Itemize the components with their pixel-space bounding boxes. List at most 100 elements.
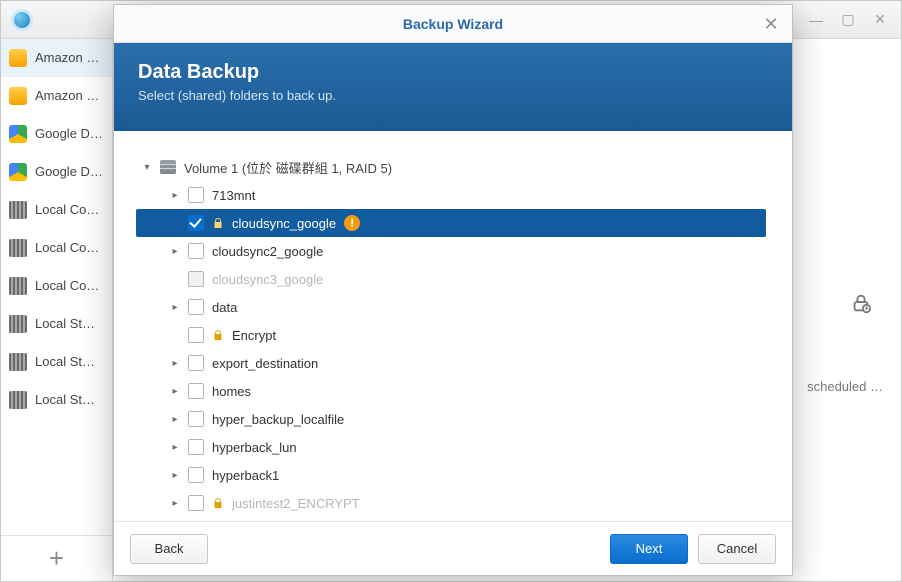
sidebar-item-label: Google D test	[35, 164, 104, 180]
chevron-right-icon[interactable]: ▸	[170, 470, 180, 481]
tree-folder-row[interactable]: ▸ export_destination	[164, 349, 776, 377]
sidebar-item-google-1[interactable]: Google D…	[1, 115, 112, 153]
chevron-right-icon[interactable]: ▸	[170, 246, 180, 257]
sidebar-item-label: Google D…	[35, 126, 103, 142]
lock-icon	[212, 329, 224, 341]
lock-icon	[212, 217, 224, 229]
folder-label: hyper_backup_localfile	[212, 412, 344, 427]
local-storage-icon	[9, 391, 27, 409]
dialog-banner: Data Backup Select (shared) folders to b…	[114, 43, 792, 131]
folder-label: cloudsync_google	[232, 216, 336, 231]
schedule-info-text: scheduled …	[807, 379, 883, 394]
sidebar-item-local-5[interactable]: Local St…	[1, 343, 112, 381]
warning-icon: !	[344, 215, 360, 231]
tree-folder-row[interactable]: ▸ 713mnt	[164, 181, 776, 209]
folder-tree[interactable]: ▾ Volume 1 (位於 磁碟群組 1, RAID 5) ▸ 713mnt cl…	[114, 131, 792, 521]
app-icon	[11, 9, 33, 31]
encryption-status-icon[interactable]	[847, 289, 875, 317]
maximize-icon[interactable]: ▢	[837, 9, 859, 31]
google-drive-icon	[9, 125, 27, 143]
folder-checkbox[interactable]	[188, 243, 204, 259]
tree-folder-row[interactable]: ▸ hyperback_lun	[164, 433, 776, 461]
amazon-icon	[9, 87, 27, 105]
folder-label: cloudsync3_google	[212, 272, 323, 287]
chevron-down-icon[interactable]: ▾	[142, 162, 152, 173]
sidebar-item-label: Local St…	[35, 316, 95, 332]
close-window-icon[interactable]: ✕	[869, 9, 891, 31]
folder-label: hyperback_lun	[212, 440, 297, 455]
sidebar-item-local-3[interactable]: Local Co…	[1, 267, 112, 305]
folder-label: justintest2_ENCRYPT	[232, 496, 360, 511]
local-storage-icon	[9, 277, 27, 295]
folder-checkbox[interactable]	[188, 187, 204, 203]
google-drive-icon	[9, 163, 27, 181]
backup-wizard-dialog: Backup Wizard ✕ Data Backup Select (shar…	[113, 4, 793, 576]
volume-label: Volume 1 (位於 磁碟群組 1, RAID 5)	[184, 158, 392, 177]
folder-checkbox[interactable]	[188, 495, 204, 511]
folder-checkbox[interactable]	[188, 439, 204, 455]
chevron-right-icon[interactable]: ▸	[170, 414, 180, 425]
dialog-titlebar: Backup Wizard ✕	[114, 5, 792, 43]
folder-checkbox[interactable]	[188, 215, 204, 231]
dialog-title: Backup Wizard	[403, 16, 503, 32]
tree-folder-row[interactable]: cloudsync_google!	[136, 209, 766, 237]
folder-checkbox[interactable]	[188, 355, 204, 371]
dialog-footer: Back Next Cancel	[114, 521, 792, 575]
sidebar-item-label: Amazon D…	[35, 50, 104, 66]
sidebar-item-local-1[interactable]: Local Co…	[1, 191, 112, 229]
tree-folder-row[interactable]: ▸hyperback1	[164, 461, 776, 489]
local-storage-icon	[9, 353, 27, 371]
dialog-heading: Data Backup	[138, 61, 768, 84]
sidebar: Amazon D… Amazon D… Google D… Google D t…	[1, 39, 113, 581]
sidebar-item-label: Local Co…	[35, 278, 99, 294]
chevron-right-icon[interactable]: ▸	[170, 498, 180, 509]
add-task-button[interactable]: +	[1, 535, 112, 581]
chevron-right-icon[interactable]: ▸	[170, 358, 180, 369]
sidebar-item-label: Local St…	[35, 354, 95, 370]
sidebar-item-local-6[interactable]: Local St…	[1, 381, 112, 419]
minimize-icon[interactable]: —	[805, 9, 827, 31]
folder-label: homes	[212, 384, 251, 399]
chevron-right-icon[interactable]: ▸	[170, 386, 180, 397]
tree-folder-row[interactable]: ▸ cloudsync2_google	[164, 237, 776, 265]
back-button[interactable]: Back	[130, 534, 208, 564]
amazon-icon	[9, 49, 27, 67]
sidebar-item-label: Local Co…	[35, 202, 99, 218]
folder-checkbox[interactable]	[188, 383, 204, 399]
volume-icon	[160, 160, 176, 174]
folder-label: export_destination	[212, 356, 318, 371]
folder-label: 713mnt	[212, 188, 255, 203]
tree-folder-row[interactable]: Encrypt	[164, 321, 776, 349]
tree-folder-row[interactable]: ▸data	[164, 293, 776, 321]
sidebar-item-label: Local St…	[35, 392, 95, 408]
folder-checkbox[interactable]	[188, 327, 204, 343]
sidebar-item-local-4[interactable]: Local St…	[1, 305, 112, 343]
local-storage-icon	[9, 201, 27, 219]
tree-folder-row[interactable]: ▸ justintest2_ENCRYPT	[164, 489, 776, 517]
folder-label: cloudsync2_google	[212, 244, 323, 259]
sidebar-item-label: Amazon D…	[35, 88, 104, 104]
chevron-right-icon[interactable]: ▸	[170, 190, 180, 201]
folder-checkbox[interactable]	[188, 467, 204, 483]
folder-checkbox	[188, 271, 204, 287]
local-storage-icon	[9, 239, 27, 257]
lock-icon	[212, 497, 224, 509]
tree-folder-row[interactable]: ▸ hyper_backup_localfile	[164, 405, 776, 433]
sidebar-item-amazon-1[interactable]: Amazon D…	[1, 39, 112, 77]
cancel-button[interactable]: Cancel	[698, 534, 776, 564]
sidebar-item-label: Local Co…	[35, 240, 99, 256]
tree-folder-row[interactable]: ▸ homes	[164, 377, 776, 405]
sidebar-item-local-2[interactable]: Local Co…	[1, 229, 112, 267]
folder-checkbox[interactable]	[188, 411, 204, 427]
sidebar-item-google-2[interactable]: Google D test	[1, 153, 112, 191]
chevron-right-icon[interactable]: ▸	[170, 302, 180, 313]
folder-label: Encrypt	[232, 328, 276, 343]
folder-checkbox[interactable]	[188, 299, 204, 315]
close-icon[interactable]: ✕	[760, 13, 782, 35]
tree-folder-row[interactable]: cloudsync3_google	[164, 265, 776, 293]
tree-volume-row[interactable]: ▾ Volume 1 (位於 磁碟群組 1, RAID 5)	[136, 153, 776, 181]
next-button[interactable]: Next	[610, 534, 688, 564]
sidebar-item-amazon-2[interactable]: Amazon D…	[1, 77, 112, 115]
local-storage-icon	[9, 315, 27, 333]
chevron-right-icon[interactable]: ▸	[170, 442, 180, 453]
